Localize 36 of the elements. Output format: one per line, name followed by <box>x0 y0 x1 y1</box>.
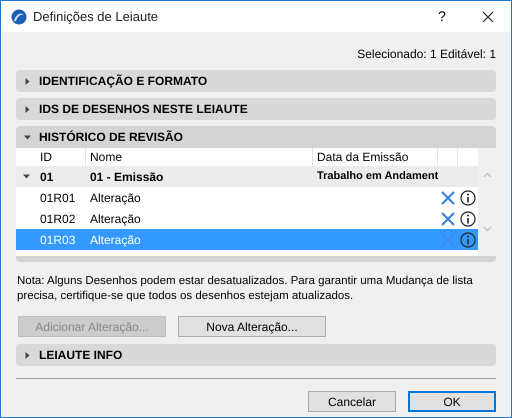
section-title: IDENTIFICAÇÃO E FORMATO <box>39 73 208 90</box>
table-cell-text: Alteração <box>89 232 142 248</box>
caret-right-icon[interactable] <box>24 352 31 358</box>
new-revision-button[interactable]: Nova Alteração... <box>178 316 326 337</box>
section-header[interactable]: IDENTIFICAÇÃO E FORMATO <box>16 70 496 92</box>
table-cell-text: 01R02 <box>39 210 76 228</box>
app-logo-icon <box>11 8 27 24</box>
note-text: Nota: Alguns Desenhos podem estar desatualizados. Para garantir uma Mudança de lista precisa, certifique-se que todos os desenhos estejam atualizados. <box>16 274 474 304</box>
section-title: LEIAUTE INFO <box>39 347 122 364</box>
close-icon <box>482 10 494 22</box>
caret-right-icon[interactable] <box>24 106 31 112</box>
section-header[interactable]: IDS DE DESENHOS NESTE LEIAUTE <box>16 98 496 120</box>
section-title: HISTÓRICO DE REVISÃO <box>39 129 184 146</box>
ok-button[interactable]: OK <box>408 391 496 412</box>
selection-status: Selecionado: 1 Editável: 1 <box>357 46 496 63</box>
caret-down-icon[interactable] <box>24 134 31 140</box>
table-cell-text: 01 - Emissão <box>89 168 164 186</box>
section-header[interactable]: LEIAUTE INFO <box>16 344 496 366</box>
delete-icon[interactable] <box>441 190 455 204</box>
section-header[interactable]: HISTÓRICO DE REVISÃO <box>16 126 496 148</box>
caret-right-icon[interactable] <box>24 78 31 84</box>
table-cell-text: Trabalho em Andament <box>316 169 438 184</box>
cancel-button[interactable]: Cancelar <box>308 391 396 412</box>
table-cell-text: 01R01 <box>39 190 76 206</box>
table-cell-text: Alteração <box>89 190 142 206</box>
delete-icon[interactable] <box>441 212 455 226</box>
info-icon[interactable] <box>460 190 476 206</box>
window-title: Definições de Leiaute <box>33 8 158 26</box>
help-button[interactable]: ? <box>419 1 465 32</box>
group-row[interactable]: 01 01 - Emissão Trabalho em Andament <box>16 166 478 187</box>
table-cell-text: Alteração <box>89 210 142 228</box>
table-cell-text: 01 <box>39 168 54 186</box>
caret-down-icon[interactable] <box>22 173 30 180</box>
section-title: IDS DE DESENHOS NESTE LEIAUTE <box>39 101 248 118</box>
table-cell-text: 01R03 <box>39 232 76 248</box>
info-icon[interactable] <box>460 210 476 226</box>
